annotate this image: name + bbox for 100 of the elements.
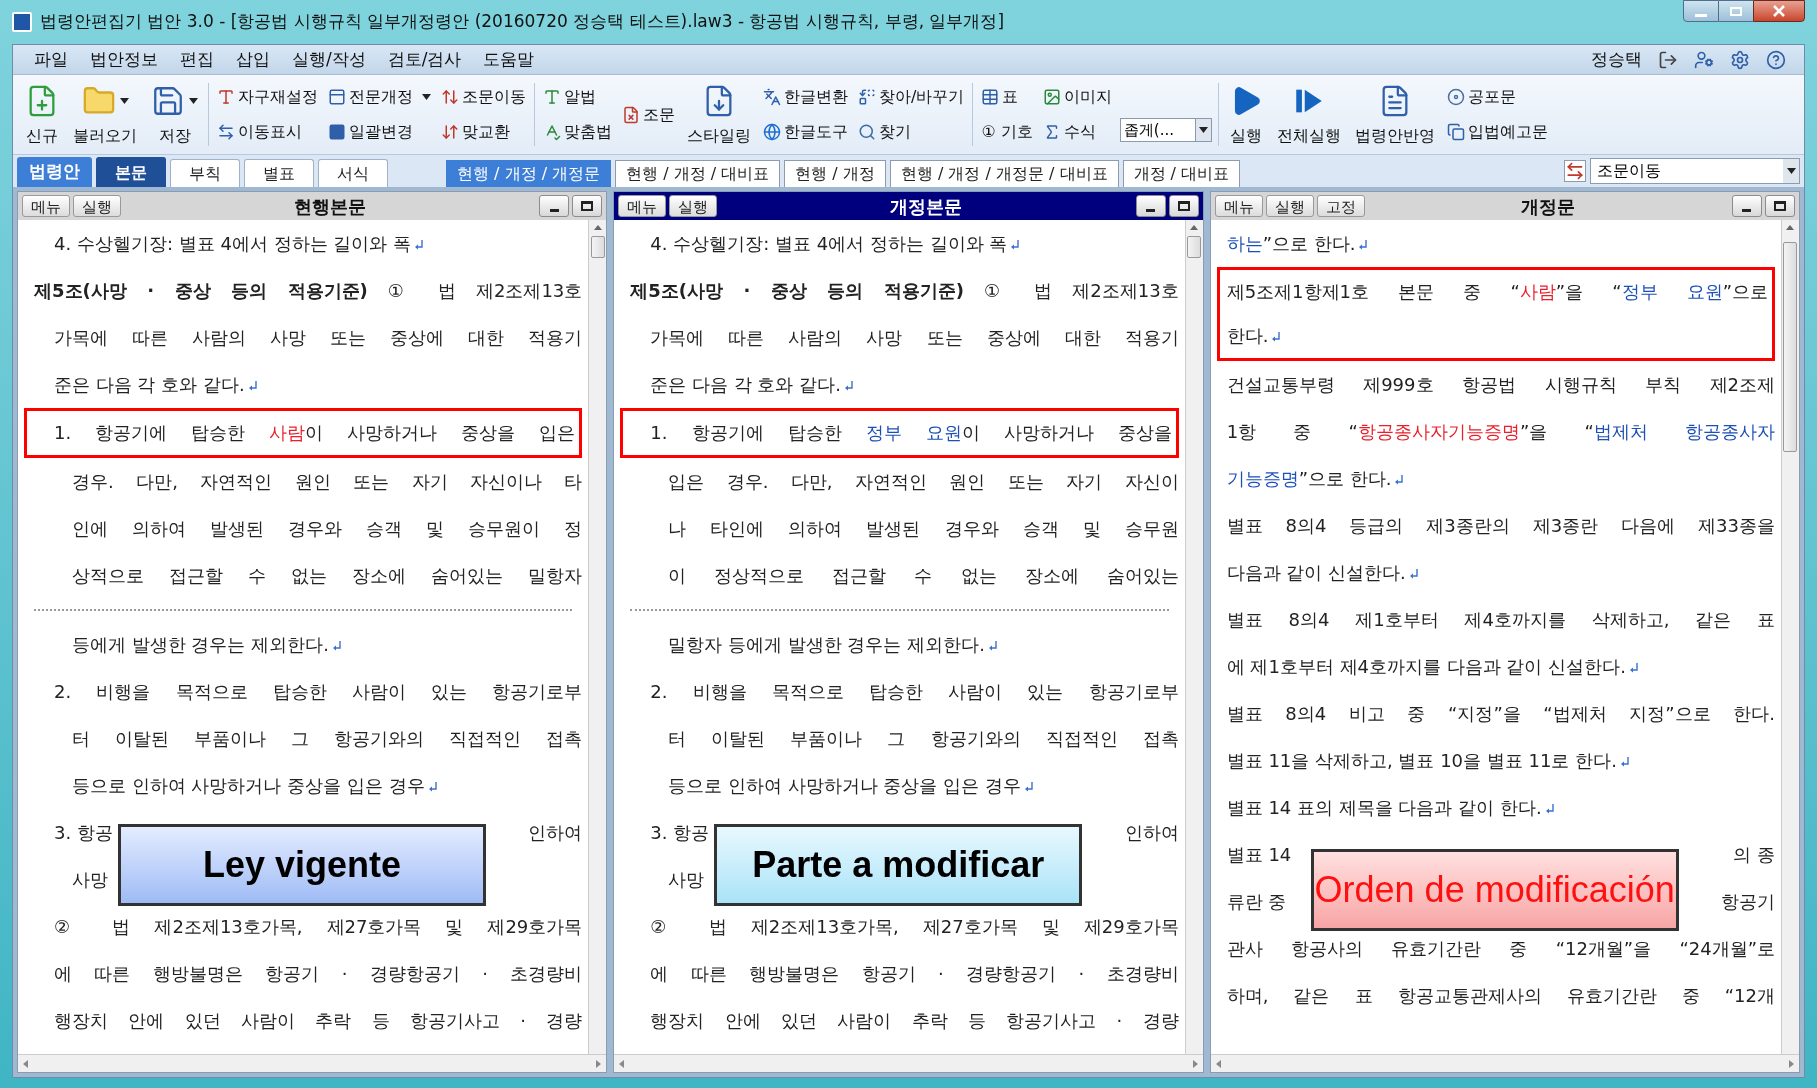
menu-item[interactable]: 삽입 — [225, 46, 281, 73]
settings-icon[interactable] — [1730, 49, 1750, 70]
toolbar-button[interactable]: 조문이동 — [439, 84, 528, 109]
toolbar-button[interactable]: 한글도구 — [761, 120, 850, 145]
toolbar-button[interactable]: 일괄변경 — [326, 120, 433, 145]
text-line: ② 법 제2조제13호가목, 제27호가목 및 제29호가목 — [650, 914, 1179, 939]
maximize-button[interactable] — [1765, 195, 1795, 217]
minimize-button[interactable] — [1732, 195, 1762, 217]
toolbar-button[interactable]: ① 기호 — [979, 120, 1035, 145]
disc-icon — [1446, 87, 1465, 106]
text-line: 행장치 안에 있던 사람이 추락 등 항공기사고 · 경량 — [54, 1008, 583, 1033]
panel-button[interactable]: 메뉴 — [618, 195, 667, 217]
toolbar-button[interactable]: 한글변환 — [761, 84, 850, 109]
view-tab[interactable]: 현행 / 개정 / 개정문 — [446, 160, 612, 187]
toolbar-button[interactable]: 스타일링 — [683, 79, 755, 150]
toolbar-button[interactable]: 신규 — [21, 79, 63, 150]
toolbar-button[interactable]: 맞춤법 — [541, 120, 614, 145]
scrollbar-thumb[interactable] — [1783, 242, 1798, 452]
menu-item[interactable]: 실행/작성 — [281, 46, 377, 73]
text-fragment: 사망 — [72, 868, 108, 892]
text-line: 등으로 인하여 사망하거나 중상을 입은 경우 — [72, 772, 583, 799]
vertical-scrollbar[interactable] — [588, 220, 607, 1054]
horizontal-scrollbar[interactable] — [614, 1054, 1203, 1072]
paragraph-mark-icon — [1629, 662, 1639, 673]
menu-item[interactable]: 도움말 — [472, 46, 546, 73]
panel-button[interactable]: 메뉴 — [1214, 195, 1263, 217]
toolbar-button[interactable]: 찾기 — [856, 120, 967, 145]
view-tab[interactable]: 현행 / 개정 / 개정문 / 대비표 — [889, 160, 1119, 187]
view-tab[interactable]: 개정 / 대비표 — [1122, 160, 1241, 187]
replace-icon — [858, 87, 876, 106]
close-window-button[interactable] — [1753, 0, 1805, 22]
panel-button[interactable]: 고정 — [1316, 195, 1365, 217]
horizontal-scrollbar[interactable] — [1210, 1054, 1799, 1072]
document-tab[interactable]: 부칙 — [170, 159, 240, 187]
menu-item[interactable]: 파일 — [23, 46, 79, 73]
minimize-button[interactable] — [539, 195, 570, 217]
text-line: 입은 경우. 다만, 자연적인 원인 또는 자기 자신이 — [668, 469, 1179, 494]
vertical-scrollbar[interactable] — [1184, 220, 1203, 1054]
scroll-right-arrow-icon[interactable] — [596, 1059, 603, 1068]
panel-button[interactable]: 실행 — [669, 195, 718, 217]
maximize-button[interactable] — [1168, 195, 1199, 217]
document-tab[interactable]: 별표 — [244, 159, 314, 187]
toolbar-button[interactable]: 이미지 — [1040, 84, 1114, 109]
text-fragment: 인하여 — [1124, 821, 1179, 845]
menu-item[interactable]: 편집 — [169, 46, 225, 73]
toolbar-button[interactable]: 수식 — [1040, 120, 1114, 145]
minimize-window-button[interactable] — [1683, 0, 1719, 22]
user-info-icon[interactable] — [1694, 49, 1714, 70]
text-line: 관사 항공사의 유효기간란 중 “12개월”을 “24개월”로 — [1226, 936, 1775, 961]
menu-item[interactable]: 법안정보 — [79, 46, 169, 73]
paragraph-mark-icon — [1272, 332, 1282, 342]
logout-icon[interactable] — [1658, 49, 1678, 70]
view-tab[interactable]: 현행 / 개정 / 대비표 — [615, 160, 781, 187]
toolbar-button[interactable]: 표 — [979, 84, 1035, 109]
text-line: 하는”으로 한다. — [1226, 230, 1775, 257]
toolbar-button[interactable]: 전문개정 — [326, 84, 433, 109]
maximize-window-button[interactable] — [1719, 0, 1753, 22]
toolbar-button[interactable]: 맞교환 — [439, 120, 528, 145]
paragraph-mark-icon — [1395, 474, 1405, 485]
minimize-button[interactable] — [1135, 195, 1166, 217]
zoom-dropdown[interactable]: 좁게(... — [1119, 118, 1212, 142]
text-line: 터 이탈된 부품이나 그 항공기와의 직접적인 접촉 — [72, 726, 583, 751]
maximize-button[interactable] — [572, 195, 603, 217]
scrollbar-thumb[interactable] — [1187, 236, 1202, 258]
document-tab[interactable]: 서식 — [318, 159, 388, 187]
panel-button[interactable]: 메뉴 — [22, 195, 70, 217]
toolbar-button[interactable]: 이동표시 — [215, 120, 320, 145]
horizontal-scrollbar[interactable] — [18, 1054, 607, 1072]
toolbar-button[interactable]: 저장 — [147, 79, 202, 150]
image-icon — [1042, 87, 1061, 106]
scrollbar-thumb[interactable] — [590, 236, 605, 258]
toolbar-button[interactable]: 실행 — [1224, 79, 1267, 150]
scroll-right-arrow-icon[interactable] — [1192, 1059, 1199, 1068]
text-fragment: 의 종 — [1733, 843, 1775, 867]
up-down-arrows-icon — [441, 87, 459, 106]
article-move-dropdown[interactable]: 조문이동 — [1590, 158, 1800, 184]
scroll-left-arrow-icon[interactable] — [22, 1059, 28, 1068]
document-tab[interactable]: 본문 — [96, 157, 166, 187]
panel-button[interactable]: 실행 — [1265, 195, 1314, 217]
toolbar-button[interactable]: 입법예고문 — [1444, 120, 1550, 145]
text-fragment: 류란 중 — [1226, 890, 1287, 914]
scroll-right-arrow-icon[interactable] — [1789, 1059, 1795, 1068]
scroll-left-arrow-icon[interactable] — [1214, 1059, 1221, 1068]
text-line: 건설교통부령 제999호 항공법 시행규칙 부칙 제2조제 — [1226, 372, 1775, 397]
vertical-scrollbar[interactable] — [1781, 220, 1799, 1054]
toolbar-button[interactable]: 법령안반영 — [1350, 79, 1439, 150]
text-reset-icon — [217, 87, 235, 106]
toolbar-button[interactable]: 조문 — [620, 102, 677, 127]
toolbar-button[interactable]: 공포문 — [1444, 84, 1550, 109]
toolbar-button[interactable]: 자구재설정 — [215, 84, 320, 109]
view-tab[interactable]: 현행 / 개정 — [784, 160, 886, 187]
menu-item[interactable]: 검토/검사 — [376, 46, 473, 73]
toolbar-button[interactable]: 불러오기 — [69, 79, 141, 150]
toolbar-button[interactable]: 알법 — [541, 84, 614, 109]
paragraph-mark-icon — [332, 640, 342, 651]
toolbar-button[interactable]: 전체실행 — [1272, 79, 1345, 150]
help-icon[interactable] — [1766, 49, 1786, 70]
scroll-left-arrow-icon[interactable] — [618, 1059, 625, 1068]
toolbar-button[interactable]: 찾아/바꾸기 — [856, 84, 967, 109]
panel-button[interactable]: 실행 — [73, 195, 121, 217]
